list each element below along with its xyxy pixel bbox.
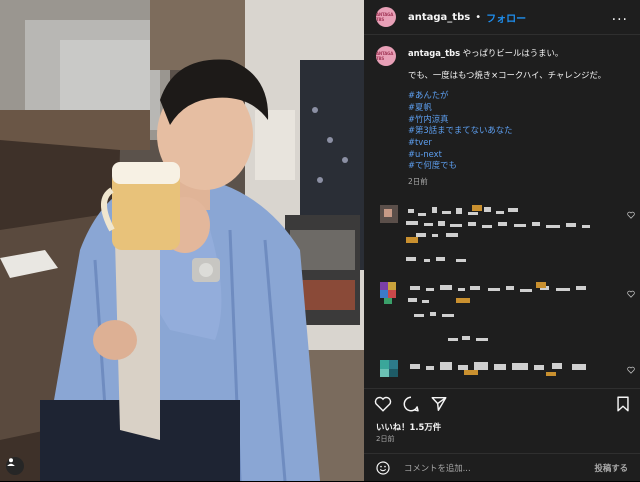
follow-button[interactable]: フォロー: [486, 10, 526, 25]
post-photo[interactable]: [0, 0, 364, 481]
instagram-post-view: ANTAGA TBS antaga_tbs • フォロー ... ANTAGA …: [0, 0, 640, 481]
heart-icon[interactable]: [374, 395, 394, 415]
hashtag-link[interactable]: #夏帆: [408, 102, 640, 114]
bookmark-icon[interactable]: [614, 395, 634, 415]
post-actions: いいね！1.5万件 2日前 投稿する: [364, 388, 640, 481]
comment-item: [376, 203, 640, 273]
add-comment-bar: 投稿する: [364, 453, 640, 482]
caption-line-2: でも、一度はもつ焼き×コークハイ、チャレンジだ。: [408, 69, 606, 80]
share-icon[interactable]: [430, 395, 450, 415]
comment-like-icon[interactable]: [627, 211, 635, 219]
comment-item: [376, 280, 640, 350]
comment-redacted-pixels: [380, 282, 586, 341]
hashtag-link[interactable]: #竹内涼真: [408, 114, 640, 126]
comment-like-icon[interactable]: [627, 290, 635, 298]
hashtag-link[interactable]: #u-next: [408, 149, 640, 161]
caption-avatar[interactable]: ANTAGA TBS: [376, 46, 396, 66]
post-side-panel: ANTAGA TBS antaga_tbs • フォロー ... ANTAGA …: [364, 0, 640, 481]
avatar[interactable]: ANTAGA TBS: [376, 7, 396, 27]
emoji-icon[interactable]: [376, 461, 390, 475]
comment-redacted-pixels: [380, 360, 586, 377]
comment-input[interactable]: [402, 462, 586, 474]
caption-line-1: やっぱりビールはうまい。: [462, 48, 564, 58]
user-tag-icon[interactable]: [6, 457, 24, 475]
caption-username[interactable]: antaga_tbs: [408, 48, 460, 58]
photo-illustration: [0, 0, 364, 481]
caption-body: antaga_tbs やっぱりビールはうまい。 でも、一度はもつ焼き×コークハイ…: [408, 48, 640, 188]
hashtag-link[interactable]: #あんたが: [408, 90, 640, 102]
more-icon[interactable]: ...: [612, 9, 628, 23]
comment-like-icon[interactable]: [627, 366, 635, 374]
separator-dot: •: [475, 11, 482, 23]
hashtag-link[interactable]: #で何度でも: [408, 160, 640, 172]
post-header: ANTAGA TBS antaga_tbs • フォロー ...: [364, 0, 640, 35]
caption-avatar-text: ANTAGA TBS: [376, 51, 394, 61]
caption-timestamp: 2日前: [408, 177, 428, 187]
action-icons: [374, 395, 450, 415]
avatar-logo-text: ANTAGA TBS: [376, 12, 394, 22]
hashtag-link[interactable]: #第3話までまてないあなた: [408, 125, 640, 137]
hashtag-link[interactable]: #tver: [408, 137, 640, 149]
comment-icon[interactable]: [402, 395, 422, 415]
likes-count[interactable]: いいね！1.5万件: [376, 421, 441, 433]
post-date: 2日前: [376, 435, 395, 443]
comment-redacted-pixels: [380, 205, 590, 262]
post-comment-button[interactable]: 投稿する: [595, 462, 629, 474]
username-link[interactable]: antaga_tbs: [408, 12, 470, 23]
hashtag-list: #あんたが #夏帆 #竹内涼真 #第3話までまてないあなた #tver #u-n…: [408, 90, 640, 172]
comment-item: [376, 356, 640, 386]
